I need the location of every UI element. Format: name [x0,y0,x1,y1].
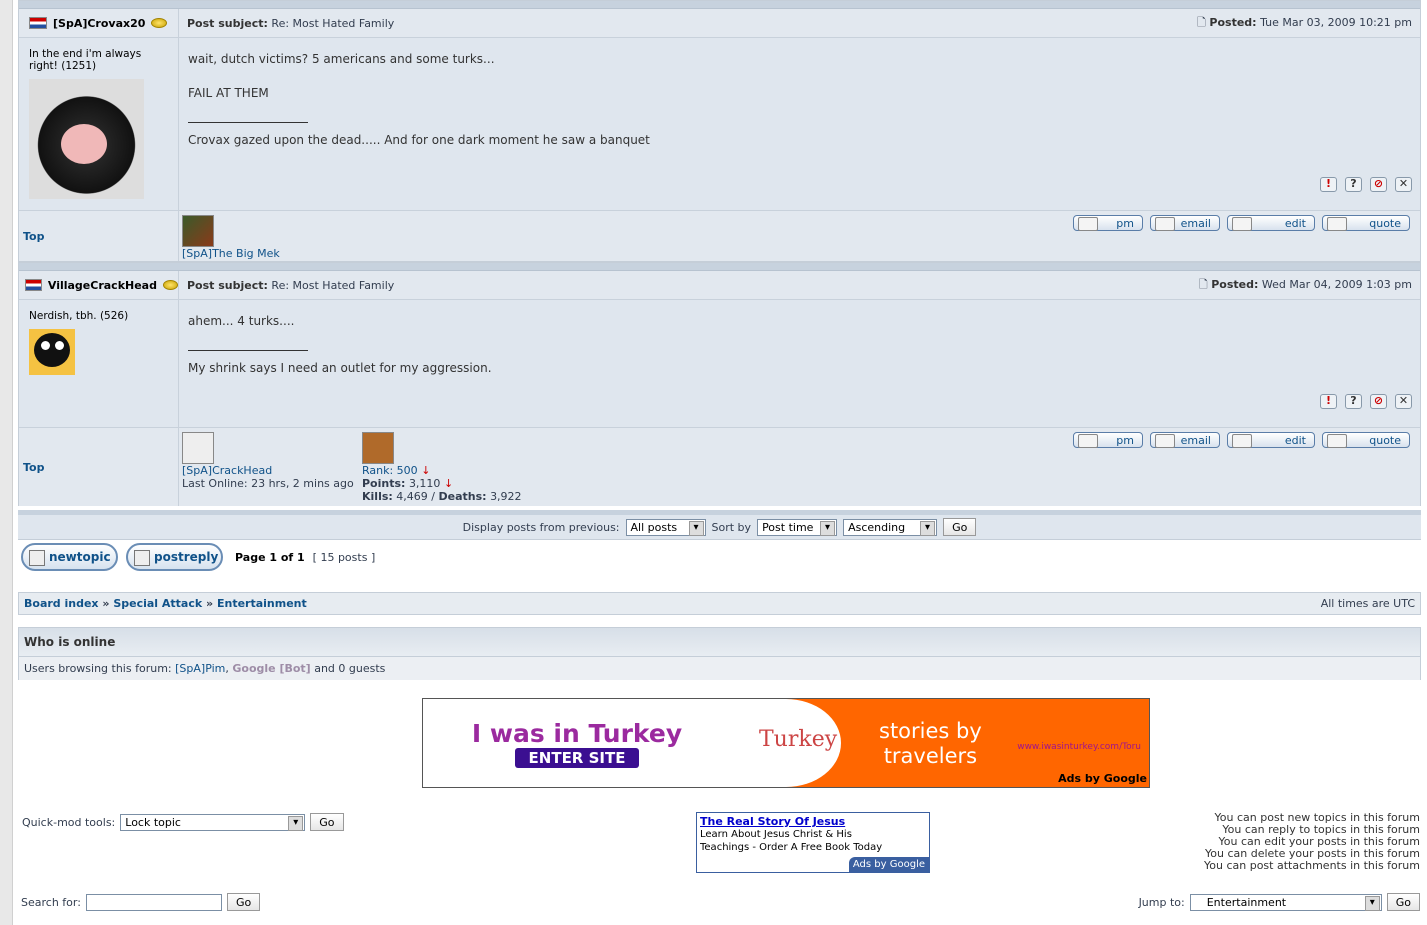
buddy-avatar[interactable] [182,215,214,247]
breadcrumb: Board index » Special Attack » Entertain… [18,592,1421,615]
report-icon[interactable]: ! [1320,394,1337,409]
email-button[interactable]: email [1150,432,1220,448]
post-author[interactable]: [SpA]Crovax20 [19,9,179,37]
top-link[interactable]: Top [23,461,44,474]
warn-icon[interactable]: ⊘ [1370,177,1387,192]
avatar [29,79,144,199]
forum-permissions: You can post new topics in this forum Yo… [1204,811,1420,872]
signature: My shrink says I need an outlet for my a… [188,361,492,375]
pm-button[interactable]: pm [1073,215,1143,231]
banner-ad[interactable]: I was in Turkey ENTER SITE Turkey storie… [422,698,1150,788]
quote-button[interactable]: quote [1322,432,1410,448]
post-1: [SpA]Crovax20 Post subject: Re: Most Hat… [18,0,1421,262]
post-2: VillageCrackHead Post subject: Re: Most … [18,262,1421,506]
quote-button[interactable]: quote [1322,215,1410,231]
post-icon[interactable]: 🗋 [1199,278,1208,291]
post-reply-button[interactable]: postreply [126,543,223,571]
online-user-link[interactable]: [SpA]Pim [175,662,225,675]
pagination: Page 1 of 1 [235,550,305,564]
turkey-logo: Turkey [759,727,838,752]
user-mini-avatar[interactable] [182,432,214,464]
post-icon[interactable]: 🗋 [1197,16,1206,29]
post-subject: Post subject: Re: Most Hated Family [187,278,395,292]
timezone-note: All times are UTC [1320,597,1415,610]
left-scroll-gutter [0,0,13,925]
report-icon[interactable]: ! [1320,177,1337,192]
new-topic-button[interactable]: newtopic [21,543,118,571]
user-rank-text: In the end i'm always right! (1251) [29,48,142,72]
user-rank-text: Nerdish, tbh. (526) [29,310,129,322]
info-icon[interactable]: ? [1345,177,1362,192]
gold-medal-icon [162,280,178,290]
quick-mod-select[interactable]: Lock topic [120,813,306,831]
arrow-down-icon: ↓ [443,477,454,490]
online-bot-link[interactable]: Google [Bot] [232,662,310,675]
display-options-bar: Display posts from previous: All posts S… [18,510,1421,540]
jump-to-select[interactable]: Entertainment [1189,893,1382,911]
post-date: 🗋 Posted: Tue Mar 03, 2009 10:21 pm [1197,15,1412,29]
display-go-button[interactable]: Go [943,518,977,536]
search-go-button[interactable]: Go [226,893,261,911]
display-posts-select[interactable]: All posts [625,518,706,536]
edit-button[interactable]: edit [1227,432,1315,448]
sort-order-select[interactable]: Ascending [843,518,938,536]
post-author[interactable]: VillageCrackHead [19,271,179,299]
who-is-online: Who is online Users browsing this forum:… [18,627,1421,680]
post-date: 🗋 Posted: Wed Mar 04, 2009 1:03 pm [1198,277,1412,291]
rank-image [362,432,394,464]
board-index-link[interactable]: Board index [24,597,99,610]
email-button[interactable]: email [1150,215,1220,231]
signature-divider [188,350,308,351]
sort-by-select[interactable]: Post time [757,518,838,536]
delete-icon[interactable]: ✕ [1395,177,1412,192]
rank-link[interactable]: Rank: 500 [362,464,418,477]
flag-icon [25,279,42,291]
last-online: Last Online: 23 hrs, 2 mins ago [182,477,354,490]
info-icon[interactable]: ? [1345,394,1362,409]
signature-divider [188,122,308,123]
text-ad[interactable]: The Real Story Of Jesus Learn About Jesu… [696,812,930,873]
warn-icon[interactable]: ⊘ [1370,394,1387,409]
post-content: ahem... 4 turks.... My shrink says I nee… [179,300,1420,427]
subforum-link[interactable]: Entertainment [217,597,307,610]
avatar [29,329,75,375]
post-subject: Post subject: Re: Most Hated Family [187,16,395,30]
delete-icon[interactable]: ✕ [1395,394,1412,409]
search-input[interactable] [85,893,222,911]
jump-go-button[interactable]: Go [1386,893,1420,911]
top-link[interactable]: Top [23,230,44,243]
forum-link[interactable]: Special Attack [113,597,202,610]
buddy-link[interactable]: [SpA]The Big Mek [182,247,1417,260]
user-link[interactable]: [SpA]CrackHead [182,464,362,477]
pm-button[interactable]: pm [1073,432,1143,448]
quick-mod-go-button[interactable]: Go [310,813,344,831]
enter-site-button[interactable]: ENTER SITE [514,747,640,768]
arrow-down-icon: ↓ [421,464,431,477]
gold-medal-icon [151,18,168,28]
signature: Crovax gazed upon the dead..... And for … [188,133,650,147]
post-content: wait, dutch victims? 5 americans and som… [179,38,1420,210]
edit-button[interactable]: edit [1227,215,1315,231]
post-count: [ 15 posts ] [312,550,376,564]
flag-icon [29,17,47,29]
